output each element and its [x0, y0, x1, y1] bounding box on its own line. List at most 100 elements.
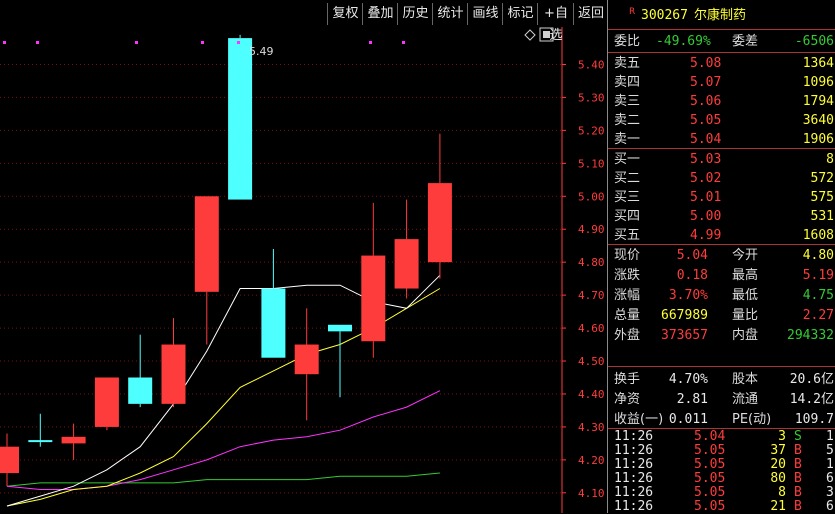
- marker-dot: [237, 41, 240, 44]
- bid-row: 买二 5.02 572: [608, 168, 835, 189]
- marker-dot: [201, 41, 204, 44]
- tick-time: 11:26: [614, 443, 654, 458]
- candle[interactable]: [394, 199, 419, 299]
- candle[interactable]: [61, 423, 86, 460]
- tick-row[interactable]: 11:26 5.05 8 B 3: [608, 486, 835, 500]
- quote-row: 涨幅 3.70% 最低 4.75: [608, 285, 835, 306]
- quote-value: 3.70%: [668, 288, 708, 303]
- quote-value: 294332: [787, 328, 834, 343]
- ma60-line: [6, 472, 440, 487]
- fundamental-row: 换手 4.70% 股本 20.6亿: [608, 369, 835, 390]
- tick-row[interactable]: 11:26 5.05 37 B 5: [608, 444, 835, 458]
- candle-body: [361, 255, 386, 342]
- ask-volume: 1906: [802, 132, 834, 147]
- candle[interactable]: [28, 413, 53, 447]
- axis-tick-label: 4.20: [578, 454, 605, 467]
- fundamental-label: 净资: [614, 392, 641, 407]
- bid-price: 5.00: [690, 209, 722, 224]
- quote-label: 涨幅: [614, 288, 641, 303]
- bid-volume: 575: [810, 190, 834, 205]
- fundamental-value: 109.7: [794, 412, 834, 427]
- diamond-icon[interactable]: [524, 29, 536, 41]
- marker-dot: [36, 41, 39, 44]
- candle-body: [0, 446, 19, 474]
- order-diff-label: 委差: [732, 34, 759, 49]
- tick-row[interactable]: 11:26 5.05 80 B 6: [608, 472, 835, 486]
- ask-row: 卖五 5.08 1364: [608, 53, 835, 74]
- ask-price: 5.04: [690, 132, 722, 147]
- quote-label: 内盘: [732, 328, 759, 343]
- axis-tick-label: 4.50: [578, 355, 605, 368]
- toolbar-button-0[interactable]: 复权: [327, 3, 363, 25]
- order-diff-value: -6506: [794, 34, 834, 49]
- fundamental-label: PE(动): [732, 412, 772, 427]
- bid-price: 5.02: [690, 171, 722, 186]
- candlesticks[interactable]: [0, 34, 452, 487]
- toolbar-button-6[interactable]: +自选: [537, 3, 574, 43]
- candle[interactable]: [128, 334, 153, 408]
- candle[interactable]: [161, 318, 186, 408]
- tick-time: 11:26: [614, 485, 654, 500]
- fundamental-label: 收益(一): [614, 412, 664, 427]
- tick-row[interactable]: 11:26 5.04 3 S 1: [608, 430, 835, 444]
- tick-count: 3: [826, 485, 834, 500]
- candle-body: [61, 436, 86, 444]
- grid-lines: [0, 63, 562, 494]
- quote-value: 4.80: [802, 248, 834, 263]
- tick-side: B: [794, 471, 802, 486]
- marker-dot: [135, 41, 138, 44]
- order-ratio-value: -49.69%: [656, 34, 711, 49]
- fundamental-label: 换手: [614, 372, 641, 387]
- fundamental-value: 14.2亿: [789, 392, 834, 407]
- candle-body: [328, 324, 352, 332]
- candle-body: [261, 288, 286, 358]
- bid-label: 买二: [614, 171, 641, 186]
- ask-volume: 1364: [802, 56, 834, 71]
- candle[interactable]: [361, 202, 386, 358]
- divider: [608, 29, 835, 30]
- tick-row[interactable]: 11:26 5.05 21 B 6: [608, 500, 835, 514]
- candle[interactable]: [94, 377, 119, 431]
- quote-value: 373657: [661, 328, 708, 343]
- quote-row: 涨跌 0.18 最高 5.19: [608, 265, 835, 286]
- toolbar-button-5[interactable]: 标记: [502, 3, 538, 25]
- tick-count: 6: [826, 499, 834, 514]
- order-ratio-label: 委比: [614, 34, 641, 49]
- axis-tick-label: 4.80: [578, 256, 605, 269]
- ask-label: 卖五: [614, 56, 641, 71]
- bid-price: 5.01: [690, 190, 722, 205]
- toolbar-button-7[interactable]: 返回: [573, 3, 608, 25]
- tick-volume: 8: [778, 485, 786, 500]
- candle[interactable]: [228, 34, 253, 200]
- candle[interactable]: [0, 433, 19, 487]
- axis-tick-label: 5.20: [578, 124, 605, 137]
- price-axis-labels: 5.40 5.30 5.20 5.10 5.00 4.90 4.80 4.70 4.60 4.50…: [562, 58, 605, 500]
- candle[interactable]: [261, 248, 286, 358]
- tick-time: 11:26: [614, 499, 654, 514]
- tick-volume: 80: [770, 471, 786, 486]
- candle[interactable]: [427, 133, 452, 279]
- toolbar-button-4[interactable]: 画线: [467, 3, 503, 25]
- stock-name: 尔康制药: [694, 8, 747, 23]
- ask-volume: 1794: [802, 94, 834, 109]
- tick-volume: 21: [770, 499, 786, 514]
- candle-body: [161, 344, 186, 404]
- fundamental-label: 股本: [732, 372, 759, 387]
- toolbar-button-1[interactable]: 叠加: [362, 3, 398, 25]
- toolbar-button-2[interactable]: 历史: [397, 3, 433, 25]
- bid-label: 买四: [614, 209, 641, 224]
- candle-body: [28, 440, 53, 443]
- tick-row[interactable]: 11:26 5.05 20 B 1: [608, 458, 835, 472]
- candle[interactable]: [294, 308, 319, 421]
- kline-chart[interactable]: 5.40 5.30 5.20 5.10 5.00 4.90 4.80 4.70 4.60 4.50…: [0, 0, 607, 513]
- axis-tick-label: 5.10: [578, 157, 605, 170]
- bid-volume: 572: [810, 171, 834, 186]
- candle[interactable]: [194, 196, 219, 345]
- toolbar-button-3[interactable]: 统计: [432, 3, 468, 25]
- quote-row: 外盘 373657 内盘 294332: [608, 325, 835, 346]
- axis-tick-label: 4.70: [578, 289, 605, 302]
- quote-label: 最高: [732, 268, 759, 283]
- candle-body: [128, 377, 153, 404]
- ask-row: 卖一 5.04 1906: [608, 129, 835, 150]
- quote-value: 2.27: [802, 308, 834, 323]
